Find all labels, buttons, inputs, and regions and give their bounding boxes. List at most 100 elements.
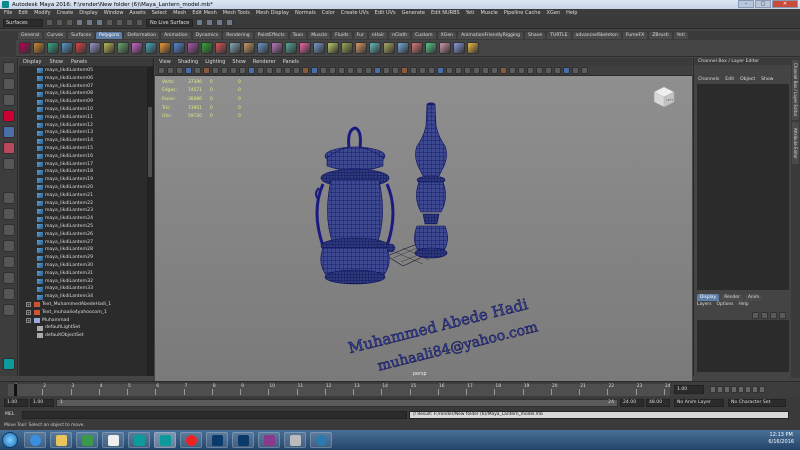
snap-point-icon[interactable] [126, 19, 133, 26]
layer-tab-display[interactable]: Display [697, 294, 720, 301]
render-settings-icon[interactable] [226, 19, 234, 26]
viewport-tool-icon[interactable] [509, 67, 516, 74]
channel-menu-show[interactable]: Show [761, 77, 773, 82]
viewport-tool-icon[interactable] [347, 67, 354, 74]
taskbar-3dsmax[interactable] [310, 432, 332, 448]
menu-display[interactable]: Display [79, 10, 97, 16]
outliner-menu-show[interactable]: Show [49, 59, 63, 65]
outliner-item[interactable]: maya_likdiLantern30 [19, 262, 147, 270]
outliner-item[interactable]: maya_likdiLantern20 [19, 184, 147, 192]
shelf-tab-deformation[interactable]: Deformation [124, 32, 160, 39]
outliner-item[interactable]: maya_likdiLantern19 [19, 176, 147, 184]
viewport-tool-icon[interactable] [563, 67, 570, 74]
snap-curve-icon[interactable] [116, 19, 123, 26]
snap-plane-icon[interactable] [136, 19, 143, 26]
rotate-tool-icon[interactable] [3, 126, 15, 138]
menu-help[interactable]: Help [566, 10, 577, 16]
channel-menu-channels[interactable]: Channels [698, 77, 719, 82]
menu-yeti[interactable]: Yeti [466, 10, 475, 16]
menu-edit-mesh[interactable]: Edit Mesh [192, 10, 216, 16]
viewport-menu-lighting[interactable]: Lighting [205, 59, 225, 65]
shelf-tool-icon[interactable] [299, 42, 311, 54]
viewport-tool-icon[interactable] [185, 67, 192, 74]
viewport-tool-icon[interactable] [293, 67, 300, 74]
character-set-select[interactable]: No Character Set [728, 399, 786, 407]
shelf-tool-icon[interactable] [397, 42, 409, 54]
viewport-tool-icon[interactable] [158, 67, 165, 74]
step-forward-key-icon[interactable] [745, 386, 751, 393]
expand-icon[interactable]: + [26, 310, 31, 316]
shelf-tool-icon[interactable] [173, 42, 185, 54]
viewport-tool-icon[interactable] [248, 67, 255, 74]
step-forward-icon[interactable] [752, 386, 758, 393]
layout-single-icon[interactable] [3, 192, 15, 204]
animation-start-field[interactable]: 1.00 [4, 399, 28, 407]
viewport-tool-icon[interactable] [212, 67, 219, 74]
shelf-tool-icon[interactable] [327, 42, 339, 54]
layout-render-icon[interactable] [3, 304, 15, 316]
select-hierarchy-icon[interactable] [76, 19, 83, 26]
shelf-tool-icon[interactable] [439, 42, 451, 54]
shelf-tab-curves[interactable]: Curves [44, 32, 67, 39]
tab-channel-box[interactable]: Channel Box / Layer Editor [792, 60, 799, 120]
outliner-item[interactable]: maya_likdiLantern11 [19, 114, 147, 122]
viewport-tool-icon[interactable] [518, 67, 525, 74]
taskbar-winrar[interactable] [258, 432, 280, 448]
animation-end-field[interactable]: 48.00 [646, 399, 670, 407]
go-to-end-icon[interactable] [759, 386, 765, 393]
play-forwards-icon[interactable] [738, 386, 744, 393]
viewport-tool-icon[interactable] [536, 67, 543, 74]
taskbar-camtasia[interactable] [76, 432, 98, 448]
shelf-tool-icon[interactable] [285, 42, 297, 54]
shelf-tool-icon[interactable] [257, 42, 269, 54]
select-tool-icon[interactable] [3, 62, 15, 74]
layout-outliner-icon[interactable] [3, 240, 15, 252]
menu-mesh-tools[interactable]: Mesh Tools [223, 10, 250, 16]
close-button[interactable]: ✕ [772, 0, 798, 8]
viewport-tool-icon[interactable] [167, 67, 174, 74]
shelf-tool-icon[interactable] [341, 42, 353, 54]
current-time-indicator[interactable] [14, 384, 17, 396]
shelf-tool-icon[interactable] [313, 42, 325, 54]
viewport-tool-icon[interactable] [239, 67, 246, 74]
outliner-item[interactable]: maya_likdiLantern21 [19, 192, 147, 200]
viewport-tool-icon[interactable] [203, 67, 210, 74]
shelf-tool-icon[interactable] [243, 42, 255, 54]
outliner-item[interactable]: maya_likdiLantern23 [19, 207, 147, 215]
outliner-item[interactable]: maya_likdiLantern34 [19, 293, 147, 301]
menu-normals[interactable]: Normals [295, 10, 316, 16]
move-layer-down-icon[interactable] [761, 311, 768, 319]
shelf-tab-animation[interactable]: Animation [161, 32, 191, 39]
live-surface-field[interactable]: No Live Surface [146, 18, 194, 27]
shelf-tab-zbrush[interactable]: ZBrush [649, 32, 672, 39]
shelf-tab-fur[interactable]: Fur [353, 32, 367, 39]
outliner-item[interactable]: maya_likdiLantern06 [19, 75, 147, 83]
outliner-scrollbar[interactable] [147, 67, 153, 376]
viewport-tool-icon[interactable] [329, 67, 336, 74]
menu-pipeline-cache[interactable]: Pipeline Cache [504, 10, 541, 16]
shelf-tool-icon[interactable] [467, 42, 479, 54]
viewport-tool-icon[interactable] [473, 67, 480, 74]
taskbar-explorer[interactable] [50, 432, 72, 448]
channel-menu-object[interactable]: Object [740, 77, 755, 82]
viewport-tool-icon[interactable] [482, 67, 489, 74]
outliner-menu-display[interactable]: Display [23, 59, 41, 65]
layer-tab-render[interactable]: Render [721, 294, 743, 301]
shelf-tab-surfaces[interactable]: Surfaces [68, 32, 94, 39]
shelf-tab-painteffects[interactable]: PaintEffects [254, 32, 288, 39]
outliner-item[interactable]: maya_likdiLantern10 [19, 106, 147, 114]
shelf-tab-custom[interactable]: Custom [412, 32, 436, 39]
outliner-item[interactable]: maya_likdiLantern28 [19, 246, 147, 254]
shelf-tab-fluids[interactable]: Fluids [332, 32, 352, 39]
outliner-item[interactable]: maya_likdiLantern25 [19, 223, 147, 231]
menu-generate[interactable]: Generate [402, 10, 425, 16]
new-layer-from-selected-icon[interactable] [779, 311, 786, 319]
viewport-tool-icon[interactable] [410, 67, 417, 74]
time-slider-track[interactable]: 123456789101112131415161718192021222324 [8, 384, 671, 396]
menu-window[interactable]: Window [104, 10, 124, 16]
viewport-menu-panels[interactable]: Panels [283, 59, 299, 65]
shelf-tab-ncloth[interactable]: nCloth [389, 32, 411, 39]
layout-four-icon[interactable] [3, 208, 15, 220]
expand-icon[interactable]: + [26, 317, 31, 323]
new-scene-icon[interactable] [46, 19, 53, 26]
